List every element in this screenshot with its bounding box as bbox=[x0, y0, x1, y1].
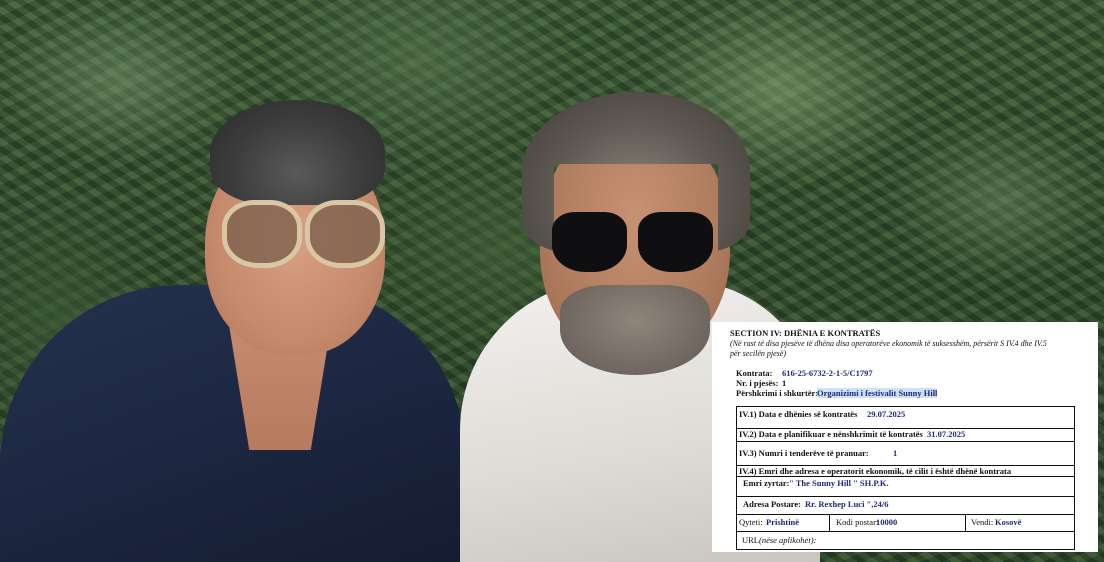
section-title: SECTION IV: DHËNIA E KONTRATËS bbox=[730, 328, 881, 338]
address-value: Rr. Rexhep Luci ",24/6 bbox=[805, 499, 889, 509]
left-man-hair bbox=[210, 100, 385, 205]
right-man-sunglasses-left-lens bbox=[552, 212, 627, 272]
city-value: Prishtinë bbox=[766, 517, 800, 527]
right-man-beard bbox=[560, 285, 710, 375]
city-label: Qyteti: bbox=[739, 517, 763, 527]
official-name-value: " The Sunny Hill " SH.P.K. bbox=[789, 478, 889, 488]
iv1-value: 29.07.2025 bbox=[867, 409, 906, 419]
iv3-label: IV.3) Numri i tenderëve të pranuar: bbox=[739, 448, 869, 458]
url-note: (nëse aplikohet): bbox=[759, 535, 817, 545]
address-label: Adresa Postare: bbox=[743, 499, 801, 509]
iv3-value: 1 bbox=[893, 448, 898, 458]
section-note-line2: për secilën pjesë) bbox=[730, 349, 786, 358]
postal-label: Kodi postar: bbox=[836, 517, 879, 527]
contract-label: Kontrata: bbox=[736, 368, 773, 378]
iv1-label: IV.1) Data e dhënies së kontratës bbox=[739, 409, 858, 419]
country-value: Kosovë bbox=[995, 517, 1022, 527]
url-label: URL bbox=[742, 535, 759, 545]
section-note-line1: (Në rast të disa pjesëve të dhëna disa o… bbox=[730, 339, 1047, 348]
part-label: Nr. i pjesës: bbox=[736, 378, 779, 388]
postal-value: 10000 bbox=[876, 517, 898, 527]
iv2-value: 31.07.2025 bbox=[927, 429, 966, 439]
left-man-sunglasses-right-lens bbox=[305, 200, 385, 268]
city-divider bbox=[829, 514, 830, 532]
iv2-label: IV.2) Data e planifikuar e nënshkrimit t… bbox=[739, 429, 923, 439]
postal-divider bbox=[965, 514, 966, 532]
contract-document: SECTION IV: DHËNIA E KONTRATËS (Në rast … bbox=[712, 322, 1098, 552]
contract-value: 616-25-6732-2-1-5/C1797 bbox=[782, 368, 873, 378]
official-name-label: Emri zyrtar: bbox=[743, 478, 790, 488]
part-value: 1 bbox=[782, 378, 787, 388]
country-label: Vendi: bbox=[971, 517, 994, 527]
iv4-label: IV.4) Emri dhe adresa e operatorit ekono… bbox=[739, 466, 1012, 476]
right-man-sunglasses-right-lens bbox=[638, 212, 713, 272]
description-value: Organizimi i festivalit Sunny Hill bbox=[817, 388, 938, 399]
left-man-sunglasses-left-lens bbox=[222, 200, 302, 268]
description-label: Përshkrimi i shkurtër: bbox=[736, 388, 819, 398]
